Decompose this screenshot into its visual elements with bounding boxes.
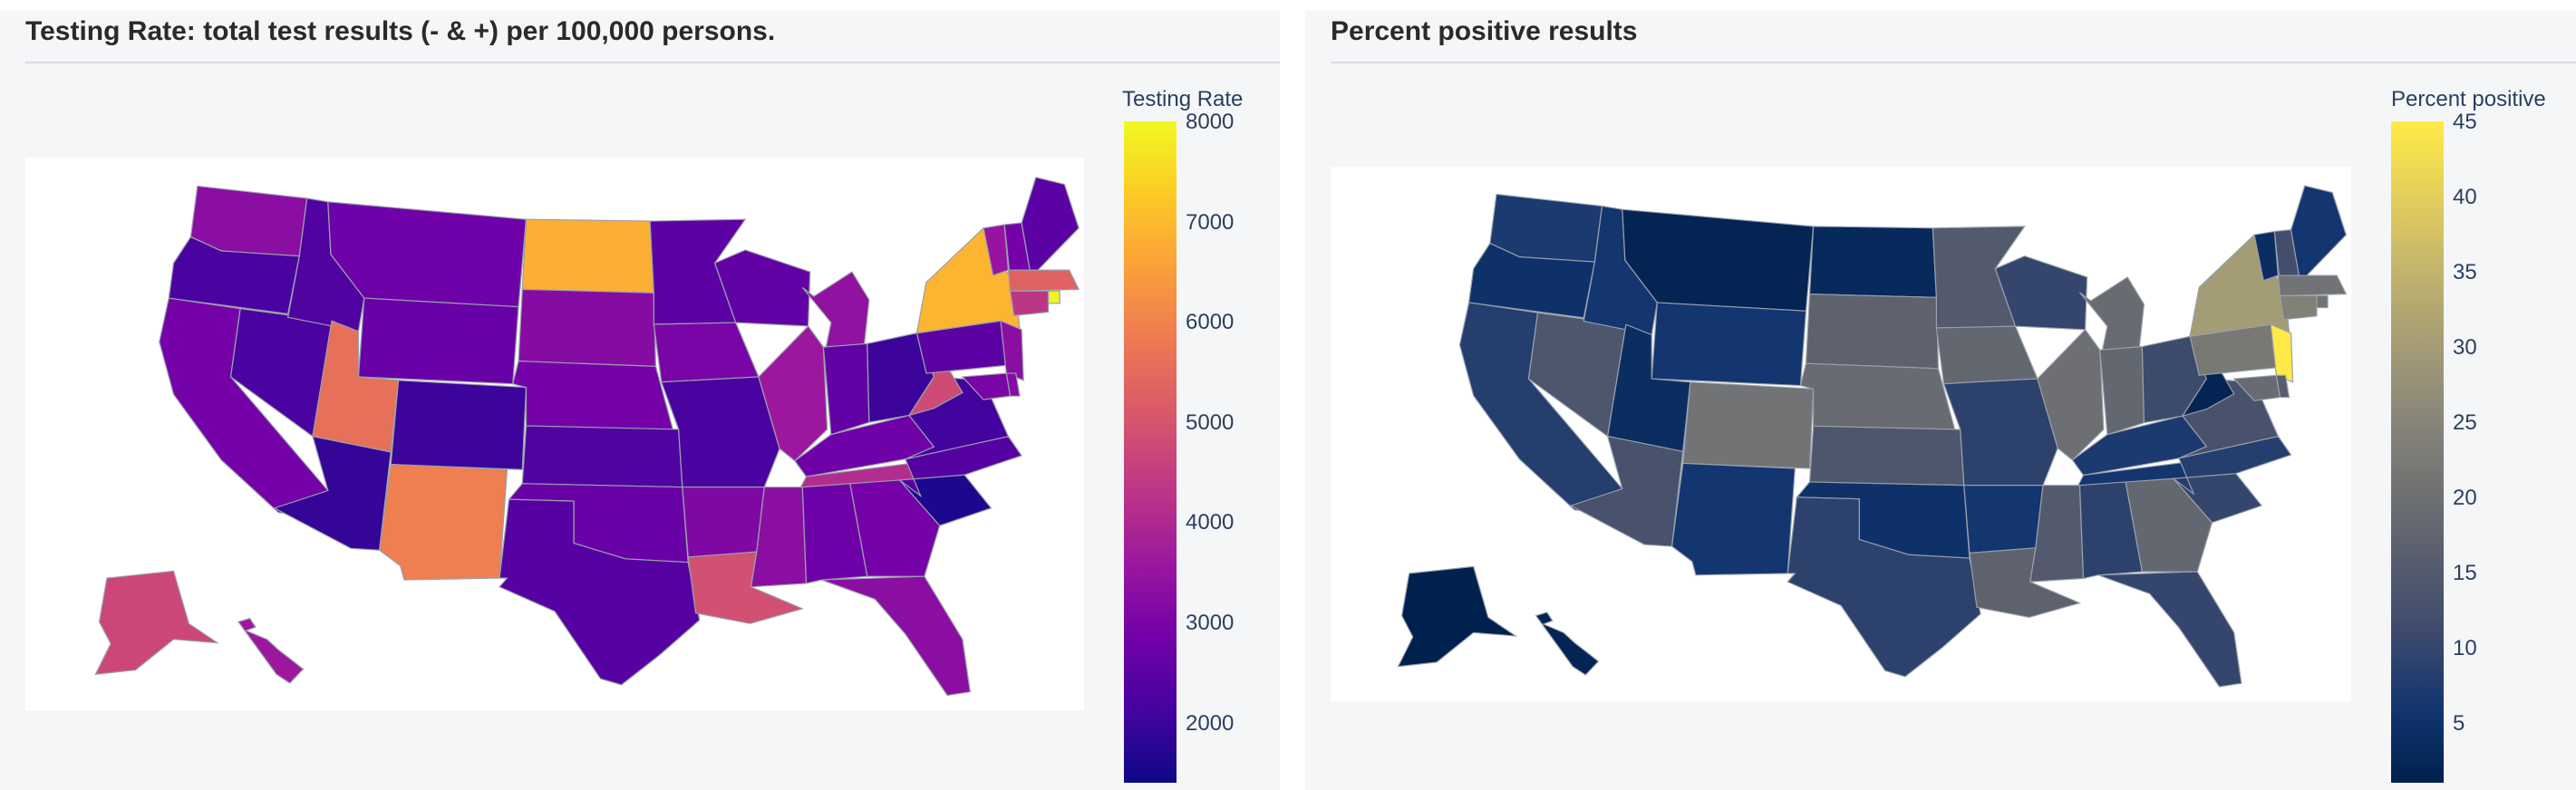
state-ct[interactable]: [2279, 294, 2318, 321]
colorbar-tick-label: 7000: [1186, 209, 1235, 235]
state-ia[interactable]: [653, 322, 760, 383]
state-ia[interactable]: [1935, 325, 2039, 385]
testing-rate-colorbar: [1124, 121, 1177, 783]
state-nm[interactable]: [1671, 462, 1796, 576]
percent-positive-panel: Percent positive results Percent positiv…: [1305, 11, 2576, 790]
colorbar-tick-label: 20: [2453, 485, 2477, 510]
state-fl[interactable]: [2097, 571, 2242, 688]
state-ak[interactable]: [94, 570, 220, 676]
colorbar-tick-label: 30: [2453, 334, 2477, 360]
percent-positive-map[interactable]: [1331, 167, 2351, 701]
colorbar-tick-label: 15: [2453, 560, 2477, 585]
percent-positive-colorbar: [2391, 121, 2444, 783]
colorbar-tick-label: 40: [2453, 184, 2477, 209]
colorbar-tick-label: 25: [2453, 409, 2477, 435]
state-ri[interactable]: [1047, 290, 1060, 304]
state-nj[interactable]: [1000, 320, 1024, 381]
state-fl[interactable]: [821, 575, 972, 697]
state-ak[interactable]: [1397, 565, 1518, 668]
state-me[interactable]: [1021, 177, 1080, 279]
state-ne[interactable]: [511, 360, 674, 430]
title-divider: [25, 62, 1280, 63]
state-in[interactable]: [822, 342, 870, 436]
state-co[interactable]: [1682, 381, 1815, 469]
colorbar-tick-label: 8000: [1186, 110, 1235, 134]
state-co[interactable]: [390, 380, 528, 470]
colorbar-tick-label: 10: [2453, 635, 2477, 660]
state-ks[interactable]: [521, 425, 683, 488]
state-me[interactable]: [2290, 185, 2348, 284]
colorbar-tick-label: 2000: [1186, 710, 1235, 736]
state-hi[interactable]: [237, 617, 305, 684]
state-wy[interactable]: [1651, 302, 1807, 387]
testing-rate-title: Testing Rate: total test results (- & +)…: [25, 16, 776, 46]
state-nd[interactable]: [1808, 226, 1938, 298]
testing-rate-map[interactable]: [25, 158, 1084, 710]
colorbar-tick-label: 5: [2453, 710, 2465, 736]
state-ri[interactable]: [2316, 294, 2329, 309]
title-divider: [1331, 62, 2576, 63]
state-ma[interactable]: [1007, 269, 1080, 292]
state-ar[interactable]: [682, 487, 765, 558]
colorbar-tick-label: 4000: [1186, 510, 1235, 535]
percent-positive-colorbar-title: Percent positive: [2391, 87, 2546, 111]
state-sd[interactable]: [518, 288, 657, 367]
state-in[interactable]: [2099, 345, 2145, 436]
colorbar-tick-label: 5000: [1186, 409, 1235, 435]
colorbar-tick-label: 3000: [1186, 611, 1235, 636]
testing-rate-panel: Testing Rate: total test results (- & +)…: [0, 11, 1280, 790]
state-nj[interactable]: [2270, 323, 2294, 383]
state-sd[interactable]: [1805, 294, 1940, 370]
testing-rate-map-svg[interactable]: [25, 158, 1084, 710]
state-ma[interactable]: [2277, 275, 2348, 297]
colorbar-tick-label: 45: [2453, 110, 2477, 134]
colorbar-tick-label: 35: [2453, 259, 2477, 284]
state-ne[interactable]: [1799, 362, 1956, 430]
state-ks[interactable]: [1808, 425, 1965, 487]
state-wy[interactable]: [357, 297, 519, 385]
percent-positive-title: Percent positive results: [1331, 16, 1638, 46]
state-ar[interactable]: [1963, 485, 2044, 554]
state-nm[interactable]: [378, 463, 508, 581]
state-hi[interactable]: [1535, 612, 1600, 676]
percent-positive-map-svg[interactable]: [1331, 167, 2351, 701]
state-nd[interactable]: [521, 218, 654, 294]
state-ct[interactable]: [1009, 290, 1050, 316]
colorbar-tick-label: 6000: [1186, 310, 1235, 335]
testing-rate-colorbar-title: Testing Rate: [1122, 87, 1244, 111]
